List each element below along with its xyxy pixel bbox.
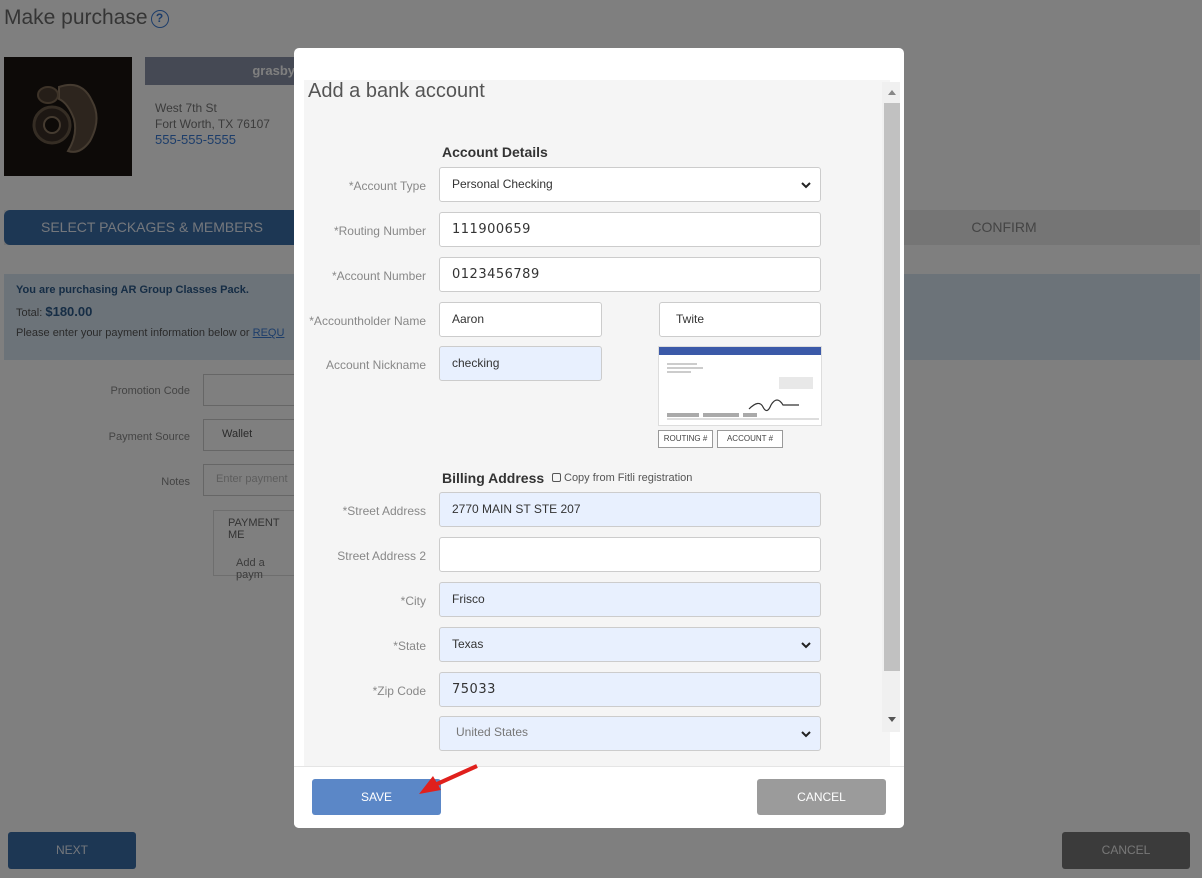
checkbox-icon[interactable] — [552, 473, 561, 482]
account-number-tag: ACCOUNT # — [717, 430, 783, 448]
check-topbar — [659, 347, 821, 355]
cancel-button[interactable]: CANCEL — [757, 779, 886, 815]
zip-code-label: *Zip Code — [372, 684, 426, 698]
street-address-2-input[interactable] — [439, 537, 821, 572]
copy-from-registration-checkbox[interactable]: Copy from Fitli registration — [552, 472, 692, 484]
account-type-select[interactable]: Personal Checking — [439, 167, 821, 202]
scroll-up-arrow-icon[interactable] — [888, 90, 896, 95]
red-arrow-annotation-icon — [419, 764, 478, 794]
account-type-value: Personal Checking — [452, 177, 553, 191]
account-number-input[interactable]: 0123456789 — [439, 257, 821, 292]
copy-from-registration-label: Copy from Fitli registration — [564, 472, 693, 484]
scroll-down-arrow-icon[interactable] — [888, 717, 896, 722]
country-value: United States — [456, 725, 529, 739]
routing-number-input[interactable]: 111900659 — [439, 212, 821, 247]
add-bank-account-modal: Add a bank account Account Details *Acco… — [294, 48, 904, 828]
street-address-label: *Street Address — [342, 504, 426, 518]
country-select[interactable]: United States — [439, 716, 821, 751]
account-details-title: Account Details — [442, 144, 548, 160]
account-nickname-label: Account Nickname — [325, 358, 426, 372]
street-address-input[interactable]: 2770 MAIN ST STE 207 — [439, 492, 821, 527]
routing-number-label: *Routing Number — [333, 224, 426, 238]
accountholder-last-name-input[interactable]: Twite — [659, 302, 821, 337]
account-type-label: *Account Type — [348, 179, 426, 193]
modal-title: Add a bank account — [308, 80, 485, 102]
routing-number-tag: ROUTING # — [658, 430, 713, 448]
city-label: *City — [400, 594, 426, 608]
modal-body: Add a bank account Account Details *Acco… — [304, 80, 890, 780]
billing-address-title: Billing Address — [442, 470, 545, 486]
street-address-2-label: Street Address 2 — [337, 549, 426, 563]
accountholder-first-name-input[interactable]: Aaron — [439, 302, 602, 337]
chevron-down-icon — [801, 182, 811, 189]
city-input[interactable]: Frisco — [439, 582, 821, 617]
account-number-label: *Account Number — [331, 269, 426, 283]
chevron-down-icon — [801, 731, 811, 738]
state-select[interactable]: Texas — [439, 627, 821, 662]
check-drawing — [667, 363, 819, 420]
scroll-thumb[interactable] — [884, 103, 900, 671]
state-value: Texas — [452, 637, 484, 651]
chevron-down-icon — [801, 642, 811, 649]
zip-code-input[interactable]: 75033 — [439, 672, 821, 707]
check-illustration — [658, 346, 822, 426]
state-label: *State — [393, 639, 426, 653]
accountholder-name-label: *Accountholder Name — [309, 314, 426, 328]
account-nickname-input[interactable]: checking — [439, 346, 602, 381]
